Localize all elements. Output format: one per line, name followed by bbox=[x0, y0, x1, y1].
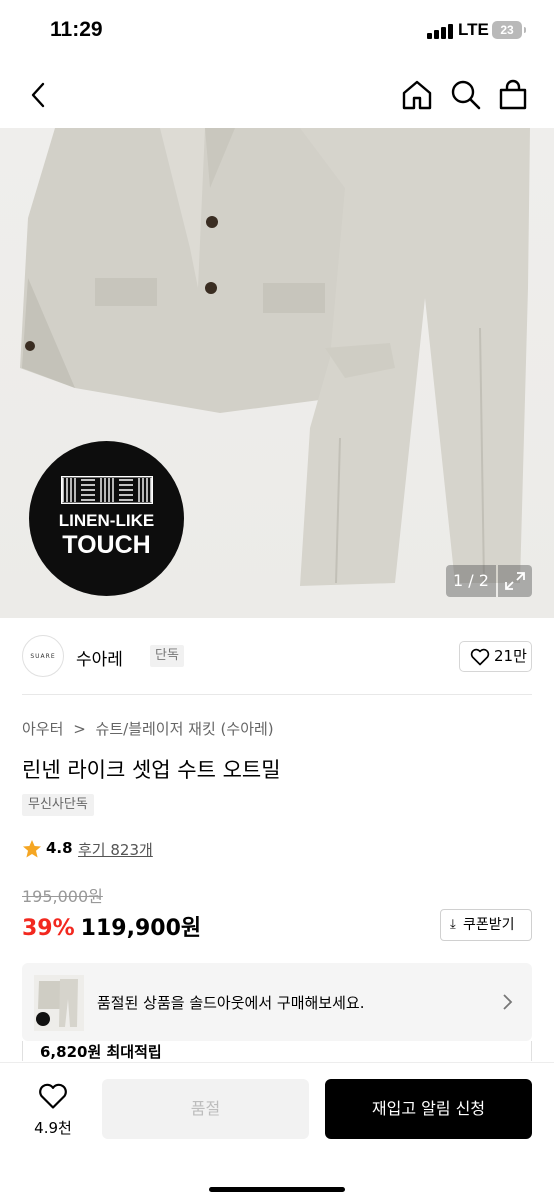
product-image[interactable]: LINEN-LIKE TOUCH 1 / 2 bbox=[0, 128, 554, 618]
home-indicator bbox=[209, 1187, 345, 1192]
badge-line1: LINEN-LIKE bbox=[58, 511, 155, 530]
brand-row: SUARE 수아레 단독 21만 bbox=[22, 632, 532, 682]
review-link[interactable]: 후기 823개 bbox=[78, 839, 153, 860]
coupon-button[interactable]: ⤓ 쿠폰받기 bbox=[440, 909, 532, 941]
shopping-bag-icon[interactable] bbox=[496, 78, 530, 112]
breadcrumb-category[interactable]: 아우터 bbox=[22, 718, 63, 739]
points-row: 6,820원 최대적립 bbox=[22, 1041, 532, 1061]
brand-name[interactable]: 수아레 bbox=[76, 645, 123, 670]
battery-icon: 23 bbox=[492, 21, 526, 39]
image-counter: 1 / 2 bbox=[446, 565, 496, 597]
brand-like-count: 21만 bbox=[494, 647, 527, 665]
exclusive-tag: 무신사단독 bbox=[22, 794, 94, 816]
coupon-label: 쿠폰받기 bbox=[463, 917, 515, 933]
bottom-action-bar: 4.9천 품절 재입고 알림 신청 bbox=[0, 1062, 554, 1200]
chevron-right-icon bbox=[503, 994, 513, 1010]
soldout-button: 품절 bbox=[102, 1079, 309, 1139]
badge-line2: TOUCH bbox=[62, 531, 151, 559]
points-text: 6,820원 최대적립 bbox=[40, 1043, 162, 1061]
breadcrumb-subcategory[interactable]: 슈트/블레이저 재킷 (수아레) bbox=[96, 718, 274, 739]
heart-icon bbox=[470, 648, 490, 666]
price-row: 39% 119,900원 bbox=[22, 910, 202, 941]
breadcrumb-separator: > bbox=[73, 720, 86, 738]
expand-icon[interactable] bbox=[498, 565, 532, 597]
wishlist-count: 4.9천 bbox=[34, 1119, 72, 1137]
star-icon bbox=[23, 840, 41, 858]
wishlist-button[interactable]: 4.9천 bbox=[22, 1081, 84, 1141]
top-nav bbox=[0, 60, 554, 128]
brand-exclusive-tag: 단독 bbox=[150, 645, 184, 667]
restock-alert-button[interactable]: 재입고 알림 신청 bbox=[325, 1079, 532, 1139]
status-bar: 11:29 LTE 23 bbox=[0, 0, 554, 60]
signal-icon bbox=[427, 23, 455, 39]
brand-like-button[interactable]: 21만 bbox=[459, 641, 532, 672]
rating-score: 4.8 bbox=[46, 839, 73, 857]
soldout-notice-card[interactable]: 품절된 상품을 솔드아웃에서 구매해보세요. bbox=[22, 963, 532, 1041]
product-thumbnail bbox=[34, 975, 84, 1031]
brand-logo[interactable]: SUARE bbox=[22, 635, 64, 677]
original-price: 195,000원 bbox=[22, 887, 103, 906]
soldout-notice-text: 품절된 상품을 솔드아웃에서 구매해보세요. bbox=[97, 994, 365, 1012]
sale-price: 119,900원 bbox=[80, 916, 202, 941]
home-icon[interactable] bbox=[400, 78, 434, 112]
back-arrow-icon[interactable] bbox=[22, 78, 56, 112]
download-icon: ⤓ bbox=[450, 917, 456, 932]
linen-touch-badge: LINEN-LIKE TOUCH bbox=[29, 441, 184, 596]
heart-icon bbox=[39, 1083, 67, 1109]
breadcrumb: 아우터 > 슈트/블레이저 재킷 (수아레) bbox=[22, 718, 274, 739]
status-time: 11:29 bbox=[50, 18, 103, 41]
search-icon[interactable] bbox=[449, 78, 483, 112]
network-label: LTE bbox=[458, 20, 489, 39]
divider bbox=[22, 694, 532, 695]
product-title: 린넨 라이크 셋업 수트 오트밀 bbox=[22, 758, 281, 782]
linen-pattern-icon bbox=[61, 476, 153, 504]
discount-rate: 39% bbox=[22, 916, 75, 941]
